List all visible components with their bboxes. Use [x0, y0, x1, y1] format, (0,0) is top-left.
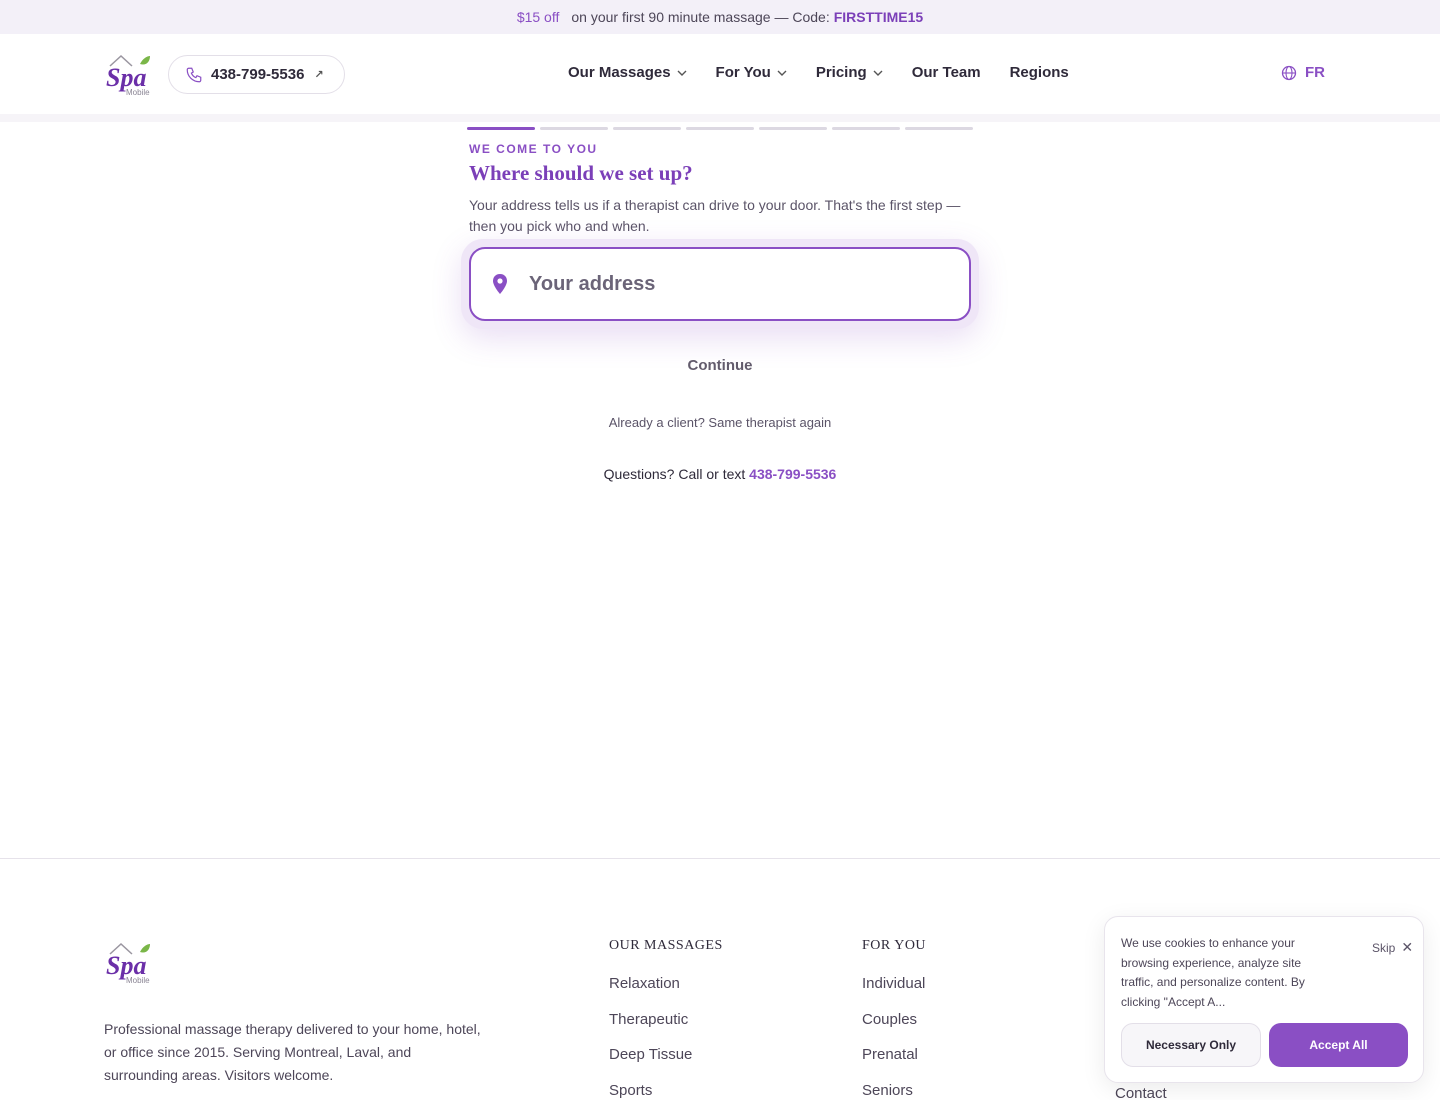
progress-segment	[832, 127, 900, 130]
promo-banner: $15 off on your first 90 minute massage …	[0, 0, 1440, 34]
chevron-down-icon	[873, 70, 883, 76]
nav-our-team[interactable]: Our Team	[912, 64, 981, 81]
footer-logo[interactable]: Spa Mobile	[104, 938, 154, 988]
continue-button[interactable]: Continue	[640, 353, 800, 377]
logo-subtext: Mobile	[126, 976, 150, 985]
progress-segment	[686, 127, 754, 130]
location-pin-icon	[493, 274, 507, 294]
logo-subtext: Mobile	[126, 88, 150, 97]
questions-text: Questions? Call or text	[603, 466, 746, 482]
footer-link[interactable]: Sports	[609, 1082, 723, 1100]
header-divider	[0, 114, 1440, 122]
nav-label: Our Massages	[568, 64, 671, 81]
footer-divider	[0, 858, 1440, 859]
footer-link[interactable]: Seniors	[862, 1082, 926, 1100]
cookie-banner: We use cookies to enhance your browsing …	[1104, 916, 1424, 1083]
footer-link[interactable]: Individual	[862, 975, 926, 1011]
nav-label: Our Team	[911, 64, 981, 81]
promo-text: on your first 90 minute massage — Code:	[571, 9, 830, 25]
footer-link-contact[interactable]: Contact	[1115, 1085, 1167, 1100]
footer-description: Professional massage therapy delivered t…	[104, 1021, 481, 1083]
phone-icon	[186, 67, 202, 82]
questions-line: Questions? Call or text 438-799-5536	[0, 466, 1440, 482]
cookie-skip-button[interactable]: Skip ✕	[1372, 939, 1413, 956]
nav-our-massages[interactable]: Our Massages	[568, 64, 687, 81]
step-progress	[467, 127, 978, 130]
cookie-skip-label: Skip	[1372, 940, 1396, 955]
address-input[interactable]	[529, 272, 929, 296]
progress-segment	[467, 127, 535, 130]
promo-code: FIRSTTIME15	[833, 9, 924, 25]
chevron-down-icon	[777, 70, 787, 76]
footer-link[interactable]: Therapeutic	[609, 1011, 723, 1047]
footer-column-for-you: FOR YOU Individual Couples Prenatal Seni…	[862, 938, 926, 1100]
progress-segment	[540, 127, 608, 130]
progress-segment	[905, 127, 973, 130]
site-logo[interactable]: Spa Mobile	[104, 50, 154, 100]
header-phone-number: 438-799-5536	[211, 66, 305, 83]
external-arrow-icon: ↗	[314, 69, 324, 81]
nav-label: Pricing	[815, 64, 867, 81]
nav-regions[interactable]: Regions	[1010, 64, 1069, 81]
step-description: Your address tells us if a therapist can…	[469, 197, 961, 234]
step-heading: Where should we set up?	[469, 161, 693, 185]
returning-client-link[interactable]: Already a client? Same therapist again	[0, 415, 1440, 430]
language-label: FR	[1305, 64, 1325, 81]
progress-segment	[613, 127, 681, 130]
necessary-only-button[interactable]: Necessary Only	[1121, 1023, 1261, 1067]
globe-icon	[1281, 65, 1297, 80]
footer-link[interactable]: Couples	[862, 1011, 926, 1047]
cookie-text: We use cookies to enhance your browsing …	[1121, 936, 1305, 1009]
progress-segment	[759, 127, 827, 130]
step-eyebrow: WE COME TO YOU	[469, 142, 598, 156]
footer-column-massages: OUR MASSAGES Relaxation Therapeutic Deep…	[609, 938, 723, 1100]
footer-column-title: FOR YOU	[862, 938, 927, 953]
footer-link[interactable]: Prenatal	[862, 1046, 926, 1082]
nav-label: Regions	[1009, 64, 1069, 81]
questions-phone-link[interactable]: 438-799-5536	[749, 466, 836, 482]
logo-mark-icon: Spa Mobile	[106, 54, 150, 97]
language-switch[interactable]: FR	[1281, 64, 1325, 81]
footer-link[interactable]: Relaxation	[609, 975, 723, 1011]
main-nav: Our Massages For You Pricing Our Team Re…	[568, 64, 1098, 81]
close-icon: ✕	[1401, 939, 1414, 955]
address-field[interactable]	[469, 247, 971, 321]
nav-label: For You	[715, 64, 771, 81]
nav-for-you[interactable]: For You	[716, 64, 787, 81]
nav-pricing[interactable]: Pricing	[816, 64, 883, 81]
header-phone-button[interactable]: 438-799-5536 ↗	[168, 55, 345, 94]
footer-link[interactable]: Deep Tissue	[609, 1046, 723, 1082]
chevron-down-icon	[677, 70, 687, 76]
promo-amount: $15 off	[516, 9, 560, 25]
returning-client-text[interactable]: Already a client? Same therapist again	[609, 415, 832, 430]
accept-all-button[interactable]: Accept All	[1269, 1023, 1408, 1067]
footer-column-title: OUR MASSAGES	[609, 938, 723, 953]
logo-mark-icon: Spa Mobile	[106, 942, 150, 985]
